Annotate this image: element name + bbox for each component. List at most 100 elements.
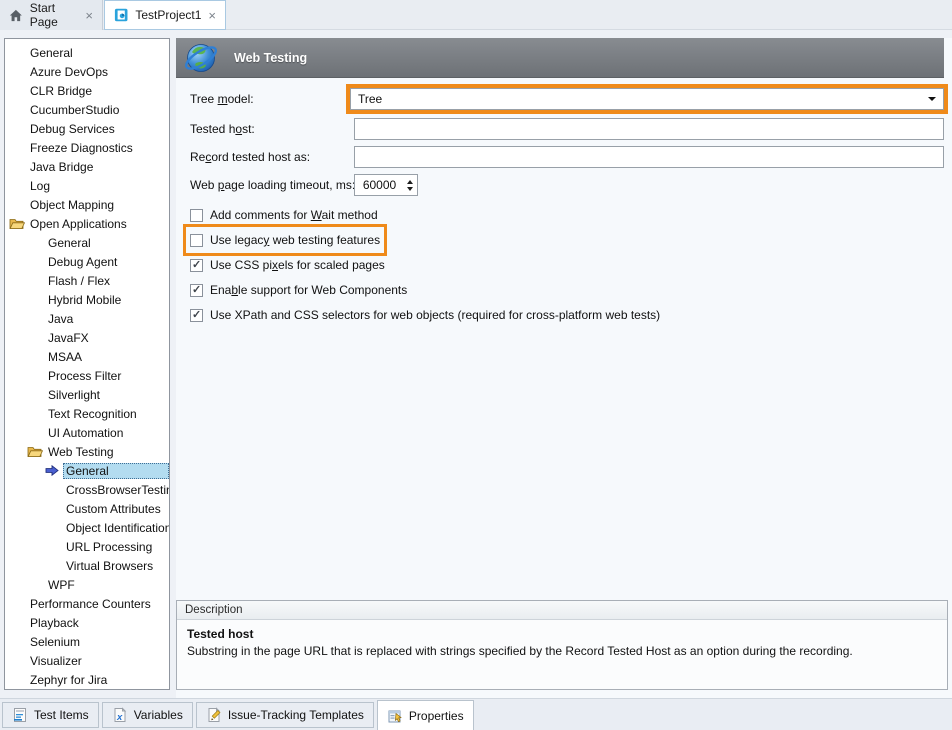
sidebar-item[interactable]: Silverlight bbox=[5, 385, 169, 404]
chevron-down-icon bbox=[928, 97, 936, 101]
sidebar-item[interactable]: Object Identification bbox=[5, 518, 169, 537]
description-term: Tested host bbox=[187, 627, 937, 641]
tab-label: TestProject1 bbox=[135, 8, 201, 22]
tab-testproject1[interactable]: TestProject1 × bbox=[104, 0, 226, 30]
bottom-tab-bar: Test Items x Variables Issue-Tracking Te… bbox=[0, 698, 952, 730]
record-tested-host-label: Record tested host as: bbox=[190, 146, 310, 168]
spin-up-icon[interactable] bbox=[407, 180, 413, 184]
close-icon[interactable]: × bbox=[208, 9, 216, 22]
sidebar-item[interactable]: WPF bbox=[5, 575, 169, 594]
sidebar-item-label: Debug Services bbox=[27, 121, 169, 137]
sidebar-item-label: Debug Agent bbox=[45, 254, 169, 270]
checkbox-label: Enable support for Web Components bbox=[210, 283, 407, 297]
tab-label: Variables bbox=[134, 708, 183, 722]
sidebar-item[interactable]: URL Processing bbox=[5, 537, 169, 556]
sidebar-item[interactable]: JavaFX bbox=[5, 328, 169, 347]
tab-issue-tracking-templates[interactable]: Issue-Tracking Templates bbox=[196, 702, 374, 728]
sidebar-item[interactable]: Custom Attributes bbox=[5, 499, 169, 518]
tab-label: Start Page bbox=[30, 1, 79, 29]
checkbox-row[interactable]: Use CSS pixels for scaled pages bbox=[190, 256, 385, 274]
sidebar-item[interactable]: CrossBrowserTesting bbox=[5, 480, 169, 499]
description-text: Substring in the page URL that is replac… bbox=[187, 644, 937, 658]
sidebar-item-label: JavaFX bbox=[45, 330, 169, 346]
sidebar-item[interactable]: Object Mapping bbox=[5, 195, 169, 214]
sidebar-item-label: Freeze Diagnostics bbox=[27, 140, 169, 156]
sidebar-item[interactable]: Flash / Flex bbox=[5, 271, 169, 290]
checkbox-label: Use XPath and CSS selectors for web obje… bbox=[210, 308, 660, 322]
sidebar-item-label: Object Identification bbox=[63, 520, 169, 536]
sidebar-item[interactable]: CLR Bridge bbox=[5, 81, 169, 100]
sidebar-item[interactable]: Freeze Diagnostics bbox=[5, 138, 169, 157]
sidebar-item-label: Flash / Flex bbox=[45, 273, 169, 289]
sidebar-item[interactable]: Process Filter bbox=[5, 366, 169, 385]
tab-test-items[interactable]: Test Items bbox=[2, 702, 99, 728]
checkbox[interactable] bbox=[190, 209, 203, 222]
timeout-spinner[interactable]: 60000 bbox=[354, 174, 418, 196]
sidebar-item-icon-slot bbox=[9, 217, 27, 230]
tree-model-combobox[interactable]: Tree bbox=[350, 88, 944, 110]
sidebar-item[interactable]: Java bbox=[5, 309, 169, 328]
sidebar-item[interactable]: Log bbox=[5, 176, 169, 195]
sidebar-item[interactable]: General bbox=[5, 461, 169, 480]
checkbox-row[interactable]: Add comments for Wait method bbox=[190, 206, 378, 224]
checkbox-label: Add comments for Wait method bbox=[210, 208, 378, 222]
web-testing-globe-icon bbox=[182, 39, 220, 77]
sidebar-item[interactable]: Hybrid Mobile bbox=[5, 290, 169, 309]
svg-text:x: x bbox=[116, 712, 123, 723]
page-loading-timeout-label: Web page loading timeout, ms: bbox=[190, 174, 355, 196]
sidebar-item[interactable]: Debug Services bbox=[5, 119, 169, 138]
sidebar-item[interactable]: Selenium bbox=[5, 632, 169, 651]
issue-tracking-templates-icon bbox=[206, 707, 222, 723]
sidebar-item-label: General bbox=[27, 45, 169, 61]
sidebar-item-icon-slot bbox=[45, 465, 63, 476]
spin-down-icon[interactable] bbox=[407, 187, 413, 191]
sidebar-item[interactable]: UI Automation bbox=[5, 423, 169, 442]
sidebar-item-label: CrossBrowserTesting bbox=[63, 482, 169, 498]
checkbox-row[interactable]: Use legacy web testing features bbox=[190, 231, 380, 249]
checkbox-row[interactable]: Enable support for Web Components bbox=[190, 281, 407, 299]
sidebar-item[interactable]: Java Bridge bbox=[5, 157, 169, 176]
sidebar-item[interactable]: Playback bbox=[5, 613, 169, 632]
sidebar-item[interactable]: Web Testing bbox=[5, 442, 169, 461]
document-tab-strip: Start Page × TestProject1 × bbox=[0, 0, 952, 30]
sidebar-item[interactable]: Open Applications bbox=[5, 214, 169, 233]
spinner-arrows[interactable] bbox=[404, 180, 417, 191]
options-panel: Web Testing Tree model: Tested host: Rec… bbox=[176, 38, 952, 698]
checkbox[interactable] bbox=[190, 234, 203, 247]
sidebar-item-label: Java Bridge bbox=[27, 159, 169, 175]
tab-properties[interactable]: Properties bbox=[377, 700, 474, 730]
sidebar-item-label: Object Mapping bbox=[27, 197, 169, 213]
page-title: Web Testing bbox=[234, 38, 307, 78]
close-icon[interactable]: × bbox=[85, 9, 93, 22]
sidebar-item-label: Custom Attributes bbox=[63, 501, 169, 517]
sidebar-item[interactable]: Debug Agent bbox=[5, 252, 169, 271]
sidebar-item-label: Java bbox=[45, 311, 169, 327]
variables-icon: x bbox=[112, 707, 128, 723]
sidebar-item[interactable]: Azure DevOps bbox=[5, 62, 169, 81]
checkbox[interactable] bbox=[190, 284, 203, 297]
sidebar-item[interactable]: Performance Counters bbox=[5, 594, 169, 613]
checkbox[interactable] bbox=[190, 259, 203, 272]
tested-host-input[interactable] bbox=[354, 118, 944, 140]
record-tested-host-input[interactable] bbox=[354, 146, 944, 168]
tab-label: Test Items bbox=[34, 708, 89, 722]
sidebar-item[interactable]: Zephyr for Jira bbox=[5, 670, 169, 689]
sidebar-item[interactable]: CucumberStudio bbox=[5, 100, 169, 119]
sidebar-item-label: CLR Bridge bbox=[27, 83, 169, 99]
sidebar-item[interactable]: MSAA bbox=[5, 347, 169, 366]
sidebar-item-label: Selenium bbox=[27, 634, 169, 650]
tab-variables[interactable]: x Variables bbox=[102, 702, 193, 728]
sidebar-item[interactable]: Visualizer bbox=[5, 651, 169, 670]
sidebar-item[interactable]: General bbox=[5, 233, 169, 252]
sidebar-item[interactable]: Virtual Browsers bbox=[5, 556, 169, 575]
sidebar-item[interactable]: General bbox=[5, 43, 169, 62]
app-window: Start Page × TestProject1 × bbox=[0, 0, 952, 730]
checkbox-label: Use legacy web testing features bbox=[210, 233, 380, 247]
description-header: Description bbox=[177, 601, 947, 620]
tree-model-label: Tree model: bbox=[190, 88, 254, 110]
checkbox[interactable] bbox=[190, 309, 203, 322]
sidebar-item-label: Azure DevOps bbox=[27, 64, 169, 80]
sidebar-item[interactable]: Text Recognition bbox=[5, 404, 169, 423]
tab-start-page[interactable]: Start Page × bbox=[0, 0, 103, 30]
checkbox-row[interactable]: Use XPath and CSS selectors for web obje… bbox=[190, 306, 660, 324]
